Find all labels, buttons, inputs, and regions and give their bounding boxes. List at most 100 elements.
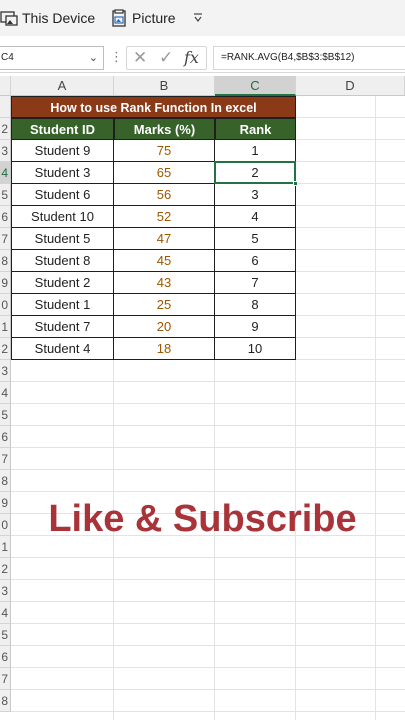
enter-check-icon[interactable]: ✓ <box>159 48 173 68</box>
row-header[interactable]: 2 <box>0 558 11 580</box>
formula-buttons: ✕ ✓ fx <box>126 46 207 70</box>
formula-bar: C4 ⌄ ⋮ ✕ ✓ fx =RANK.AVG(B4,$B$3:$B$12) <box>0 41 405 73</box>
worksheet-grid[interactable]: A B C D 2 3 4 5 6 7 8 9 0 1 2 3 4 5 6 7 8 9 0 1 2 3 4 5 6 7 8 How to us… <box>0 76 405 720</box>
table-header-cell: Rank <box>215 118 296 140</box>
table-cell[interactable]: Student 4 <box>11 338 114 360</box>
row-header[interactable]: 1 <box>0 316 11 338</box>
table-cell[interactable]: 5 <box>215 228 296 250</box>
row-header[interactable]: 3 <box>0 360 11 382</box>
table-cell[interactable]: Student 8 <box>11 250 114 272</box>
table-cell[interactable]: 2 <box>215 162 296 184</box>
grid-column-line <box>375 96 376 720</box>
table-cell[interactable]: 75 <box>114 140 215 162</box>
table-cell[interactable]: 52 <box>114 206 215 228</box>
row-header[interactable]: 4 <box>0 602 11 624</box>
grid-row-line <box>11 491 405 492</box>
table-cell[interactable]: Student 6 <box>11 184 114 206</box>
like-subscribe-overlay: Like & Subscribe <box>48 498 357 540</box>
table-cell[interactable]: 45 <box>114 250 215 272</box>
picture-button[interactable]: Picture <box>110 8 176 28</box>
name-box-value: C4 <box>1 52 14 63</box>
table-cell[interactable]: Student 3 <box>11 162 114 184</box>
grid-row-line <box>11 447 405 448</box>
row-header[interactable]: 3 <box>0 140 11 162</box>
row-header[interactable]: 6 <box>0 646 11 668</box>
insert-picture-this-device-button[interactable]: This Device <box>0 8 95 28</box>
row-header[interactable]: 4 <box>0 382 11 404</box>
table-cell[interactable]: 7 <box>215 272 296 294</box>
select-all-corner[interactable] <box>0 76 11 96</box>
grid-row-line <box>11 381 405 382</box>
table-cell[interactable]: Student 7 <box>11 316 114 338</box>
row-header[interactable]: 8 <box>0 690 11 712</box>
insert-function-button[interactable]: fx <box>184 48 199 67</box>
ribbon-more-button[interactable] <box>192 8 204 28</box>
table-cell[interactable]: 18 <box>114 338 215 360</box>
row-header[interactable]: 8 <box>0 250 11 272</box>
table-title: How to use Rank Function In excel <box>11 96 296 118</box>
chevron-down-icon <box>194 13 202 22</box>
row-header[interactable]: 3 <box>0 580 11 602</box>
grid-row-line <box>11 623 405 624</box>
column-header-b[interactable]: B <box>114 76 215 96</box>
row-header[interactable] <box>0 96 11 118</box>
table-header-cell: Marks (%) <box>114 118 215 140</box>
row-header[interactable]: 7 <box>0 228 11 250</box>
grid-row-line <box>11 667 405 668</box>
row-header[interactable]: 6 <box>0 426 11 448</box>
row-header[interactable]: 5 <box>0 624 11 646</box>
this-device-label: This Device <box>22 10 96 26</box>
more-options-icon[interactable]: ⋮ <box>110 49 123 65</box>
table-cell[interactable]: 25 <box>114 294 215 316</box>
table-cell[interactable]: 1 <box>215 140 296 162</box>
table-cell[interactable]: 4 <box>215 206 296 228</box>
grid-row-line <box>11 579 405 580</box>
grid-row-line <box>11 557 405 558</box>
grid-row-line <box>11 425 405 426</box>
table-cell[interactable]: 47 <box>114 228 215 250</box>
grid-row-line <box>11 469 405 470</box>
ribbon: This Device Picture <box>0 0 405 36</box>
device-icon <box>0 11 18 26</box>
table-cell[interactable]: 20 <box>114 316 215 338</box>
name-box-dropdown-icon[interactable]: ⌄ <box>89 47 98 69</box>
column-header-d[interactable]: D <box>296 76 405 96</box>
picture-label: Picture <box>132 10 176 26</box>
picture-icon <box>112 9 126 27</box>
table-cell[interactable]: Student 2 <box>11 272 114 294</box>
row-header[interactable]: 6 <box>0 206 11 228</box>
row-header[interactable]: 5 <box>0 404 11 426</box>
row-header[interactable]: 7 <box>0 668 11 690</box>
column-header-c[interactable]: C <box>215 76 296 96</box>
table-cell[interactable]: Student 9 <box>11 140 114 162</box>
table-cell[interactable]: 6 <box>215 250 296 272</box>
table-cell[interactable]: 56 <box>114 184 215 206</box>
row-header[interactable]: 7 <box>0 448 11 470</box>
formula-input[interactable]: =RANK.AVG(B4,$B$3:$B$12) <box>213 46 405 70</box>
row-header[interactable]: 0 <box>0 294 11 316</box>
table-cell[interactable]: 65 <box>114 162 215 184</box>
table-cell[interactable]: Student 5 <box>11 228 114 250</box>
table-cell[interactable]: 9 <box>215 316 296 338</box>
table-cell[interactable]: 10 <box>215 338 296 360</box>
row-header[interactable]: 8 <box>0 470 11 492</box>
table-cell[interactable]: 43 <box>114 272 215 294</box>
row-header[interactable]: 2 <box>0 338 11 360</box>
row-header[interactable]: 5 <box>0 184 11 206</box>
fill-handle[interactable] <box>293 181 298 186</box>
grid-row-line <box>11 601 405 602</box>
table-header-cell: Student ID <box>11 118 114 140</box>
grid-row-line <box>11 711 405 712</box>
row-header[interactable]: 9 <box>0 272 11 294</box>
row-header[interactable]: 2 <box>0 118 11 140</box>
name-box[interactable]: C4 ⌄ <box>0 46 104 70</box>
row-header[interactable]: 4 <box>0 162 11 184</box>
table-cell[interactable]: Student 1 <box>11 294 114 316</box>
table-cell[interactable]: 8 <box>215 294 296 316</box>
grid-row-line <box>11 689 405 690</box>
column-header-a[interactable]: A <box>11 76 114 96</box>
table-cell[interactable]: 3 <box>215 184 296 206</box>
table-cell[interactable]: Student 10 <box>11 206 114 228</box>
cancel-icon[interactable]: ✕ <box>133 48 147 68</box>
grid-row-line <box>11 645 405 646</box>
